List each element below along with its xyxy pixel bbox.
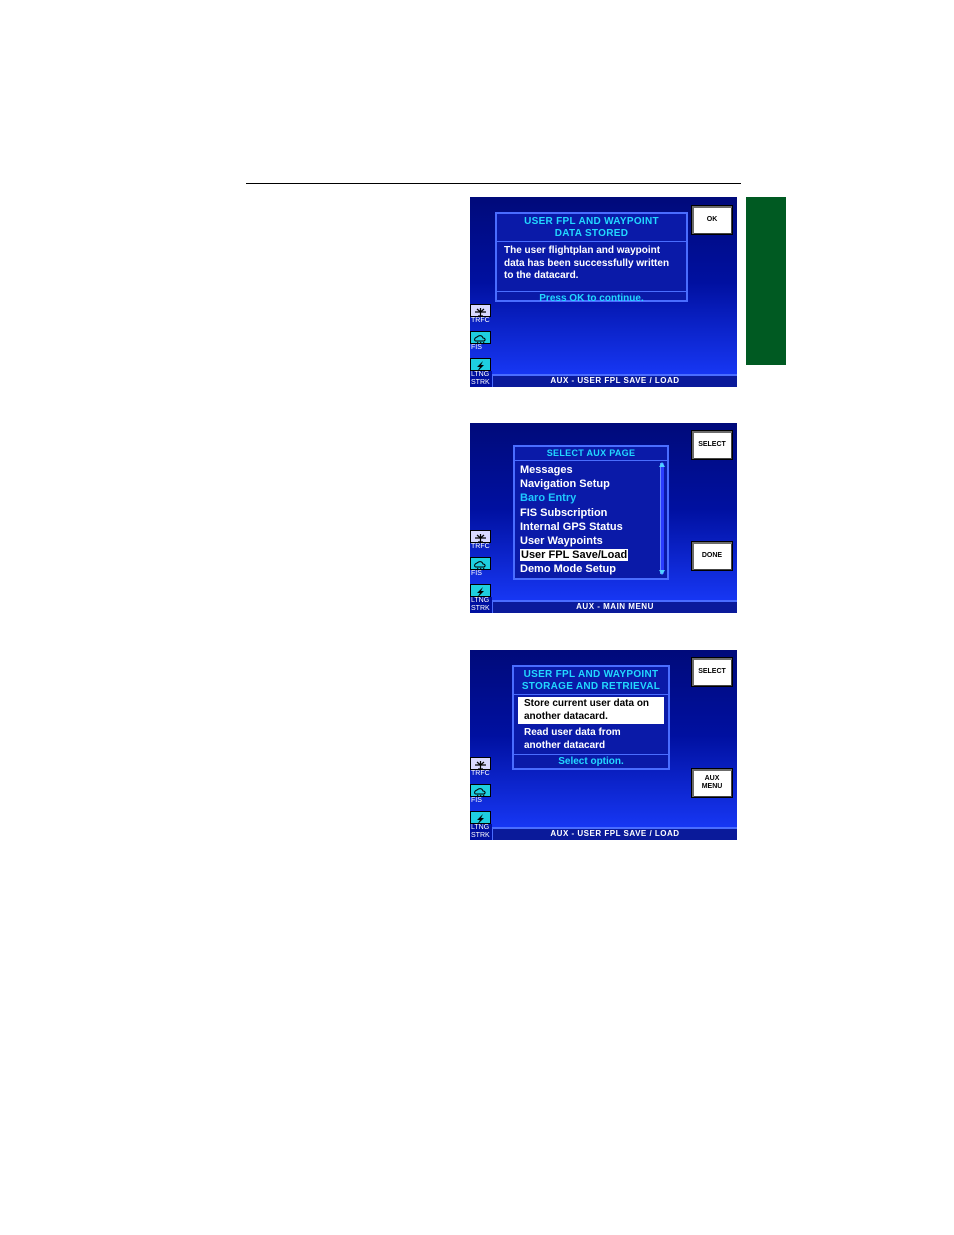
panel-title: SELECT AUX PAGE [515, 447, 667, 461]
sidebar-label-fis: FIS [471, 797, 482, 804]
menu-item-baro-entry[interactable]: Baro Entry [515, 491, 667, 505]
panel-title: USER FPL AND WAYPOINT STORAGE AND RETRIE… [514, 667, 668, 695]
done-button[interactable]: DONE [691, 541, 733, 571]
status-bar: AUX - USER FPL SAVE / LOAD [492, 374, 737, 387]
panel-footer: Select option. [514, 754, 668, 768]
sidebar-label-fis: FIS [471, 570, 482, 577]
sidebar: TRFC FIS LTNG STRK [470, 530, 492, 613]
weather-icon[interactable] [470, 784, 491, 798]
message-panel: USER FPL AND WAYPOINT DATA STORED The us… [495, 212, 688, 305]
menu-item-user-waypoints[interactable]: User Waypoints [515, 534, 667, 548]
aux-menu-panel: SELECT AUX PAGE Messages Navigation Setu… [513, 445, 669, 580]
screen-data-stored: USER FPL AND WAYPOINT DATA STORED The us… [470, 197, 737, 387]
lightning-icon[interactable] [470, 358, 491, 372]
weather-icon[interactable] [470, 331, 491, 345]
scroll-down-icon[interactable] [659, 570, 665, 575]
sidebar-label-ltng: LTNG STRK [470, 824, 492, 840]
menu-item-fis-subscription[interactable]: FIS Subscription [515, 506, 667, 520]
sidebar: TRFC FIS LTNG STRK [470, 757, 492, 840]
sidebar-label-fis: FIS [471, 344, 482, 351]
lightning-icon[interactable] [470, 584, 491, 598]
header-rule [246, 183, 741, 184]
panel-footer: Press OK to continue. [497, 291, 686, 305]
option-read-data[interactable]: Read user data from another datacard [518, 726, 664, 753]
sidebar-label-trfc: TRFC [471, 317, 490, 324]
sidebar-label-ltng: LTNG STRK [470, 597, 492, 613]
traffic-icon[interactable] [470, 530, 491, 543]
status-bar: AUX - USER FPL SAVE / LOAD [492, 827, 737, 840]
traffic-icon[interactable] [470, 304, 491, 317]
aux-menu-list: Messages Navigation Setup Baro Entry FIS… [515, 461, 667, 577]
panel-message: The user flightplan and waypoint data ha… [504, 245, 670, 281]
traffic-icon[interactable] [470, 757, 491, 770]
lightning-icon[interactable] [470, 811, 491, 825]
screen-storage-retrieval: USER FPL AND WAYPOINT STORAGE AND RETRIE… [470, 650, 737, 840]
ok-button[interactable]: OK [691, 205, 733, 235]
sidebar-label-trfc: TRFC [471, 543, 490, 550]
status-bar: AUX - MAIN MENU [492, 600, 737, 613]
panel-title: USER FPL AND WAYPOINT DATA STORED [497, 214, 686, 242]
menu-item-navigation-setup[interactable]: Navigation Setup [515, 477, 667, 491]
menu-item-internal-gps-status[interactable]: Internal GPS Status [515, 520, 667, 534]
option-store-data[interactable]: Store current user data on another datac… [518, 697, 664, 724]
weather-icon[interactable] [470, 557, 491, 571]
aux-menu-button[interactable]: AUX MENU [691, 768, 733, 798]
sidebar: TRFC FIS LTNG STRK [470, 304, 492, 387]
screen-aux-menu: SELECT AUX PAGE Messages Navigation Setu… [470, 423, 737, 613]
sidebar-label-trfc: TRFC [471, 770, 490, 777]
menu-item-user-fpl-save-load[interactable]: User FPL Save/Load [515, 548, 667, 562]
menu-item-demo-mode-setup[interactable]: Demo Mode Setup [515, 562, 667, 576]
menu-item-messages[interactable]: Messages [515, 463, 667, 477]
select-button[interactable]: SELECT [691, 657, 733, 687]
storage-panel: USER FPL AND WAYPOINT STORAGE AND RETRIE… [512, 665, 670, 770]
scroll-up-icon[interactable] [659, 462, 665, 467]
select-button[interactable]: SELECT [691, 430, 733, 460]
sidebar-label-ltng: LTNG STRK [470, 371, 492, 387]
scrollbar[interactable] [660, 463, 664, 574]
section-tab [746, 197, 786, 365]
